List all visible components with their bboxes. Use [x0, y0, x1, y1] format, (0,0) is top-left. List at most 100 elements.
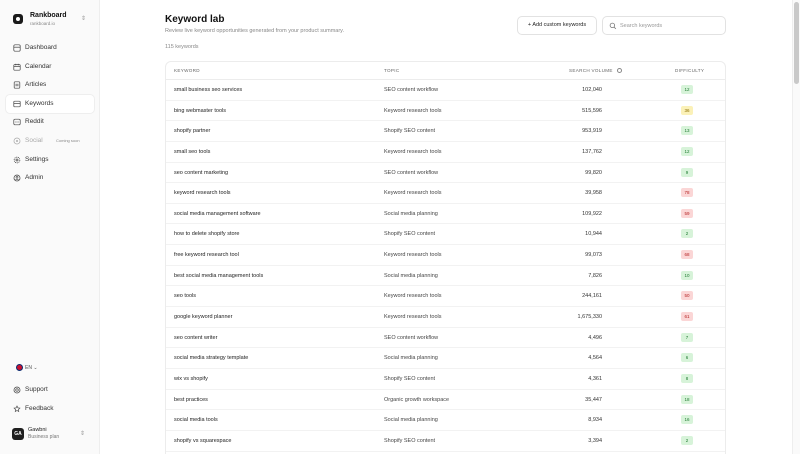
table-row[interactable]: social media strategy template Social med…: [166, 348, 725, 369]
difficulty-badge: 7: [681, 332, 693, 342]
table-body: small business seo services SEO content w…: [166, 80, 725, 452]
brand-logo: [13, 14, 23, 24]
search-volume-cell: 7,826: [588, 272, 602, 279]
keyword-cell: social media strategy template: [174, 355, 249, 362]
avatar: GA: [12, 428, 24, 440]
language-label: EN: [25, 364, 32, 371]
table-row[interactable]: seo tools Keyword research tools 244,161 50: [166, 286, 725, 308]
plus-icon: +: [527, 22, 532, 28]
difficulty-badge: 36: [681, 105, 693, 115]
difficulty-badge: 68: [681, 250, 693, 260]
sidebar-item-label: Keywords: [25, 99, 54, 107]
difficulty-badge: 2: [681, 435, 693, 445]
sidebar-item-dashboard[interactable]: Dashboard: [6, 39, 94, 58]
search-volume-cell: 99,073: [585, 252, 602, 259]
coming-soon-badge: Coming soon: [56, 137, 80, 143]
account-switcher[interactable]: GA Gawbni Business plan ⇕: [12, 427, 92, 443]
topic-cell: Social media planning: [384, 355, 438, 362]
table-row[interactable]: shopify vs squarespace Shopify SEO conten…: [166, 431, 725, 452]
topic-cell: Shopify SEO content: [384, 437, 436, 444]
table-row[interactable]: seo content marketing SEO content workflo…: [166, 163, 725, 184]
add-custom-keywords-button[interactable]: + Add custom keywords: [517, 16, 597, 35]
info-icon[interactable]: [616, 68, 622, 73]
search-volume-cell: 3,394: [588, 437, 602, 444]
topic-cell: Shopify SEO content: [384, 231, 436, 238]
table-row[interactable]: how to delete shopify store Shopify SEO c…: [166, 224, 725, 246]
admin-icon: [13, 174, 21, 182]
difficulty-badge: 13: [681, 126, 693, 136]
keyword-cell: google keyword planner: [174, 314, 233, 321]
topic-cell: Keyword research tools: [384, 314, 442, 321]
sidebar-item-admin[interactable]: Admin: [6, 169, 94, 188]
search-input[interactable]: [620, 20, 720, 32]
page-subtitle: Review live keyword opportunities genera…: [165, 28, 345, 34]
uk-flag-icon: [16, 364, 23, 371]
sidebar-item-articles[interactable]: Articles: [6, 76, 94, 95]
topic-cell: SEO content workflow: [384, 334, 439, 341]
table-row[interactable]: social media tools Social media planning 8…: [166, 410, 725, 431]
scrollbar-thumb[interactable]: [794, 2, 799, 84]
workspace-switcher[interactable]: Rankboard rankboard.io ⇕: [13, 12, 93, 30]
sidebar-item-keywords[interactable]: Keywords: [6, 94, 94, 114]
keyword-cell: bing webmaster tools: [174, 107, 226, 114]
column-header-difficulty[interactable]: DIFFICULTY: [675, 68, 704, 73]
keywords-icon: [13, 100, 21, 107]
table-row[interactable]: google keyword planner Keyword research t…: [166, 307, 725, 328]
table-row[interactable]: seo content writer SEO content workflow 4,…: [166, 328, 725, 349]
search-icon: [609, 22, 617, 30]
sidebar-item-label: Reddit: [25, 118, 44, 126]
page-scrollbar[interactable]: [792, 0, 800, 454]
sidebar-item-feedback[interactable]: Feedback: [6, 400, 94, 419]
table-row[interactable]: free keyword research tool Keyword resear…: [166, 245, 725, 266]
chevron-updown-icon[interactable]: ⇕: [80, 430, 85, 437]
sidebar-item-calendar[interactable]: Calendar: [6, 58, 94, 77]
keyword-cell: shopify vs squarespace: [174, 437, 232, 444]
sidebar-item-label: Support: [25, 386, 48, 393]
search-volume-cell: 102,040: [582, 87, 602, 93]
dashboard-icon: [13, 44, 21, 52]
sidebar-item-label: Admin: [25, 174, 44, 182]
chevron-down-icon: ⌄: [33, 364, 38, 371]
table-row[interactable]: small business seo services SEO content w…: [166, 80, 725, 101]
keyword-cell: small seo tools: [174, 148, 211, 155]
table-row[interactable]: small seo tools Keyword research tools 137…: [166, 142, 725, 163]
keyword-cell: shopify partner: [174, 128, 211, 135]
difficulty-badge: 78: [681, 188, 693, 198]
table-row[interactable]: best social media management tools Social…: [166, 266, 725, 287]
table-row[interactable]: best practices Organic growth workspace 35…: [166, 390, 725, 411]
sidebar-item-support[interactable]: Support: [6, 381, 94, 400]
add-button-label: Add custom keywords: [532, 22, 587, 28]
sidebar-item-label: Dashboard: [25, 44, 57, 51]
column-header-search-volume[interactable]: SEARCH VOLUME: [569, 68, 622, 73]
search-volume-cell: 10,944: [585, 231, 602, 238]
table-row[interactable]: shopify partner Shopify SEO content 953,91…: [166, 121, 725, 142]
sidebar-item-settings[interactable]: Settings: [6, 151, 94, 170]
table-row[interactable]: social media management software Social m…: [166, 204, 725, 225]
column-header-label: SEARCH VOLUME: [569, 68, 613, 73]
table-row[interactable]: wix vs shopify Shopify SEO content 4,361 8: [166, 369, 725, 390]
brand-name: Rankboard: [30, 12, 67, 19]
keyword-count: 115 keywords: [165, 44, 199, 50]
main-nav: Dashboard Calendar Articles Keywords Red…: [6, 39, 94, 188]
search-volume-cell: 99,820: [585, 169, 602, 176]
search-volume-cell: 953,919: [582, 128, 602, 135]
main-content: Keyword lab Review live keyword opportun…: [101, 0, 791, 454]
brand-url: rankboard.io: [30, 21, 56, 26]
column-header-keyword[interactable]: KEYWORD: [174, 68, 200, 73]
search-volume-cell: 4,496: [588, 334, 602, 341]
keyword-cell: seo tools: [174, 293, 197, 300]
table-row[interactable]: keyword research tools Keyword research t…: [166, 183, 725, 204]
search-volume-cell: 137,762: [582, 148, 602, 155]
language-selector[interactable]: EN ⌄: [16, 364, 38, 371]
social-icon: [13, 137, 21, 145]
column-header-topic[interactable]: TOPIC: [384, 68, 399, 73]
sidebar-item-reddit[interactable]: Reddit: [6, 113, 94, 132]
keyword-cell: how to delete shopify store: [174, 231, 240, 238]
keyword-cell: social media management software: [174, 210, 261, 217]
search-volume-cell: 1,675,330: [577, 314, 602, 321]
search-box[interactable]: [602, 16, 726, 35]
topic-cell: Social media planning: [384, 417, 438, 424]
table-row[interactable]: bing webmaster tools Keyword research too…: [166, 101, 725, 122]
topic-cell: SEO content workflow: [384, 87, 439, 93]
chevron-updown-icon[interactable]: ⇕: [81, 15, 86, 22]
